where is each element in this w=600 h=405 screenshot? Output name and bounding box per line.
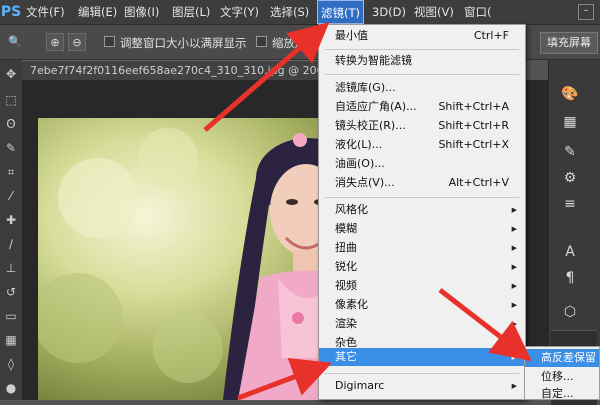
chevron-right-icon: ▶ xyxy=(511,301,517,309)
filter-convert-smart[interactable]: 转换为智能滤镜 xyxy=(319,52,525,70)
history-brush-tool-icon[interactable]: ↺ xyxy=(3,284,19,300)
other-submenu: 高反差保留 位移... 自定... xyxy=(524,346,600,400)
chevron-right-icon: ▶ xyxy=(511,382,517,390)
gradient-tool-icon[interactable]: ▦ xyxy=(3,332,19,348)
filter-video[interactable]: 视频 ▶ xyxy=(319,277,525,295)
menu-separator xyxy=(325,197,519,198)
filter-other[interactable]: 其它 ▶ xyxy=(319,348,525,366)
filter-high-pass[interactable]: 高反差保留 xyxy=(525,349,599,367)
move-tool-icon[interactable]: ✥ xyxy=(3,66,19,82)
zoom-in-icon[interactable]: ⊕ xyxy=(46,33,64,51)
brush-tool-icon[interactable]: ∕ xyxy=(3,236,19,252)
filter-custom[interactable]: 自定... xyxy=(525,385,599,403)
character-panel-icon[interactable]: A xyxy=(559,242,581,262)
zoom-out-icon[interactable]: ⊖ xyxy=(68,33,86,51)
menu-select[interactable]: 选择(S) xyxy=(270,0,309,24)
filter-sharpen[interactable]: 锐化 ▶ xyxy=(319,258,525,276)
photoshop-logo: PS xyxy=(0,4,22,20)
zoom-all-checkbox[interactable] xyxy=(256,36,267,47)
menu-3d[interactable]: 3D(D) xyxy=(372,0,406,24)
zoom-all-label: 缩放所有 xyxy=(272,36,318,50)
3d-panel-icon[interactable]: ⬡ xyxy=(559,302,581,322)
quick-select-tool-icon[interactable]: ✎ xyxy=(3,140,19,156)
document-tab[interactable]: 7ebe7f74f2f0116eef658ae270c4_310_310.jpg… xyxy=(22,60,318,80)
menu-edit[interactable]: 编辑(E) xyxy=(78,0,117,24)
paragraph-panel-icon[interactable]: ¶ xyxy=(559,268,581,288)
brush-panel-icon[interactable]: ✎ xyxy=(559,142,581,162)
blur-tool-icon[interactable]: ◊ xyxy=(3,356,19,372)
menu-separator xyxy=(325,373,519,374)
resize-window-checkbox[interactable] xyxy=(104,36,115,47)
dodge-tool-icon[interactable]: ● xyxy=(3,380,19,396)
chevron-right-icon: ▶ xyxy=(511,206,517,214)
filter-stylize[interactable]: 风格化 ▶ xyxy=(319,201,525,219)
marquee-tool-icon[interactable]: ⬚ xyxy=(3,92,19,108)
filter-vanishing-point[interactable]: 消失点(V)... Alt+Ctrl+V xyxy=(319,174,525,192)
menu-view[interactable]: 视图(V) xyxy=(414,0,454,24)
menu-type[interactable]: 文字(Y) xyxy=(220,0,259,24)
menu-image[interactable]: 图像(I) xyxy=(124,0,159,24)
filter-menu: 最小值 Ctrl+F 转换为智能滤镜 滤镜库(G)... 自适应广角(A)... S… xyxy=(318,24,526,400)
menu-separator xyxy=(325,74,519,75)
filter-last-filter[interactable]: 最小值 Ctrl+F xyxy=(319,27,525,45)
chevron-right-icon: ▶ xyxy=(511,320,517,328)
menu-layer[interactable]: 图层(L) xyxy=(172,0,210,24)
chevron-right-icon: ▶ xyxy=(511,244,517,252)
chevron-right-icon: ▶ xyxy=(511,282,517,290)
color-palette-icon[interactable]: 🎨 xyxy=(559,84,581,104)
menu-window[interactable]: 窗口( xyxy=(464,0,492,24)
filter-lens-correction[interactable]: 镜头校正(R)... Shift+Ctrl+R xyxy=(319,117,525,135)
menu-separator xyxy=(325,49,519,50)
grid-panel-icon[interactable]: ▦ xyxy=(559,112,581,132)
zoom-tool-icon[interactable]: 🔍 xyxy=(6,33,24,51)
filter-liquify[interactable]: 液化(L)... Shift+Ctrl+X xyxy=(319,136,525,154)
filter-gallery[interactable]: 滤镜库(G)... xyxy=(319,79,525,97)
eyedropper-tool-icon[interactable]: ⁄ xyxy=(3,188,19,204)
eraser-tool-icon[interactable]: ▭ xyxy=(3,308,19,324)
adjustments-icon[interactable]: ⚙ xyxy=(559,168,581,188)
filter-render[interactable]: 渲染 ▶ xyxy=(319,315,525,333)
tools-panel: ✥ ⬚ ʘ ✎ ⌗ ⁄ ✚ ∕ ⊥ ↺ ▭ ▦ ◊ ● xyxy=(0,60,23,400)
minimize-button[interactable]: – xyxy=(578,4,594,20)
properties-icon[interactable]: ≡ xyxy=(559,194,581,214)
menu-filter[interactable]: 滤镜(T) xyxy=(317,0,364,24)
filter-digimarc[interactable]: Digimarc ▶ xyxy=(319,377,525,395)
healing-tool-icon[interactable]: ✚ xyxy=(3,212,19,228)
resize-window-label: 调整窗口大小以满屏显示 xyxy=(120,36,247,50)
lasso-tool-icon[interactable]: ʘ xyxy=(3,116,19,132)
crop-tool-icon[interactable]: ⌗ xyxy=(3,164,19,180)
menu-bar: PS 文件(F) 编辑(E) 图像(I) 图层(L) 文字(Y) 选择(S) 滤… xyxy=(0,0,600,25)
menu-file[interactable]: 文件(F) xyxy=(26,0,65,24)
filter-blur[interactable]: 模糊 ▶ xyxy=(319,220,525,238)
chevron-right-icon: ▶ xyxy=(511,263,517,271)
chevron-right-icon: ▶ xyxy=(511,225,517,233)
filter-adaptive-wide-angle[interactable]: 自适应广角(A)... Shift+Ctrl+A xyxy=(319,98,525,116)
filter-oil-paint[interactable]: 油画(O)... xyxy=(319,155,525,173)
fill-screen-button[interactable]: 填充屏幕 xyxy=(540,32,598,54)
filter-offset[interactable]: 位移... xyxy=(525,368,599,386)
filter-distort[interactable]: 扭曲 ▶ xyxy=(319,239,525,257)
filter-pixelate[interactable]: 像素化 ▶ xyxy=(319,296,525,314)
stamp-tool-icon[interactable]: ⊥ xyxy=(3,260,19,276)
chevron-right-icon: ▶ xyxy=(511,353,517,361)
